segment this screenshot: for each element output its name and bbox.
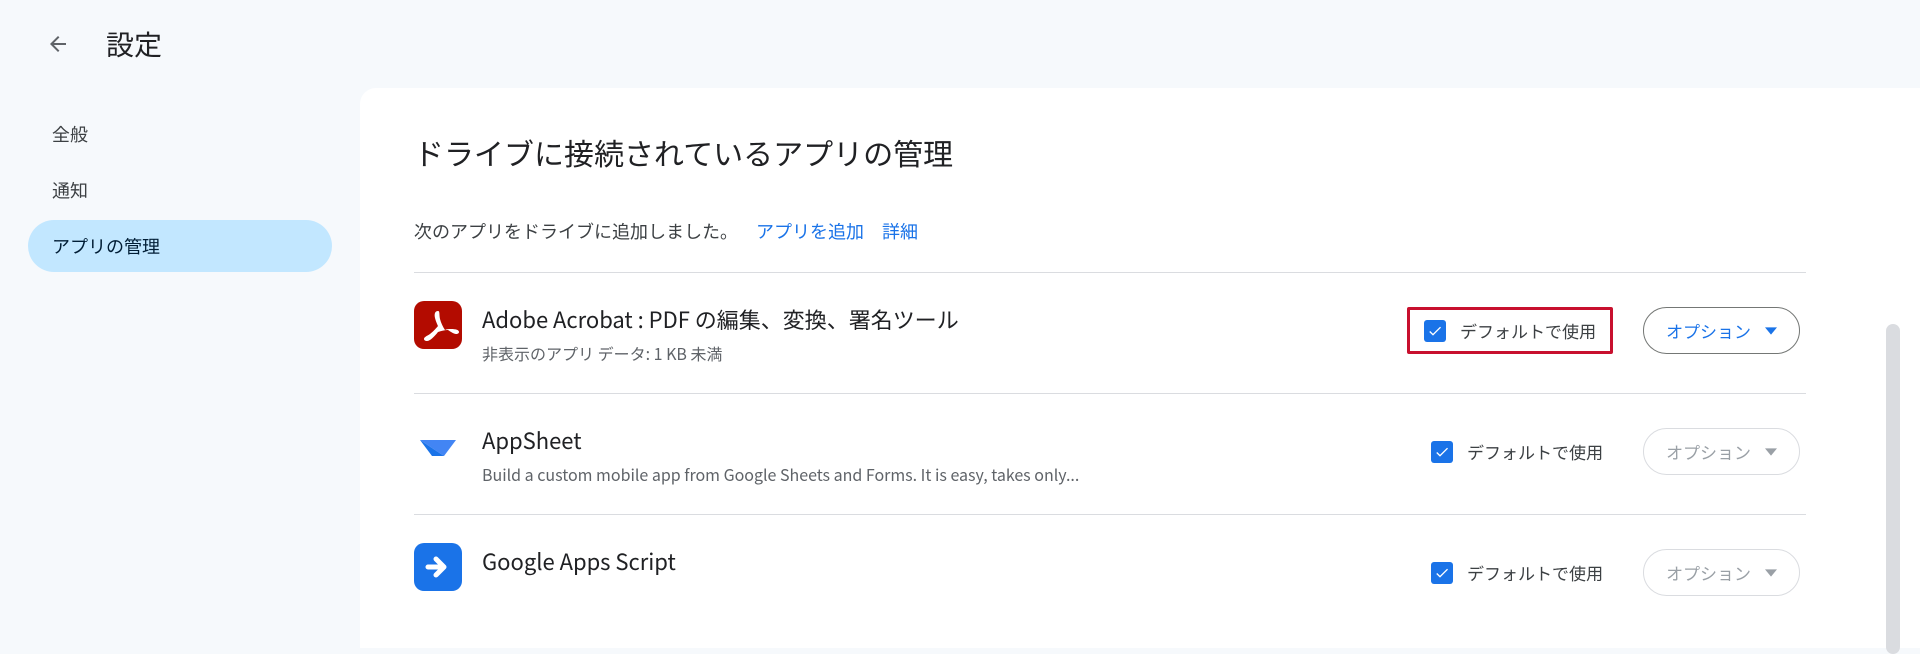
default-use-wrap: デフォルトで使用	[1421, 433, 1613, 470]
sidebar-item-notifications[interactable]: 通知	[28, 164, 332, 216]
settings-sidebar: 全般 通知 アプリの管理	[0, 88, 360, 648]
default-use-label: デフォルトで使用	[1460, 318, 1596, 343]
sidebar-item-general[interactable]: 全般	[28, 108, 332, 160]
app-controls: デフォルトで使用 オプション	[1421, 422, 1806, 475]
default-use-checkbox[interactable]	[1431, 562, 1453, 584]
sidebar-item-label: 全般	[52, 121, 88, 147]
app-icon-acrobat	[414, 301, 462, 349]
main-panel: ドライブに接続されているアプリの管理 次のアプリをドライブに追加しました。 アプ…	[360, 88, 1920, 648]
default-use-label: デフォルトで使用	[1467, 439, 1603, 464]
default-use-wrap: デフォルトで使用	[1421, 554, 1613, 591]
app-name: Google Apps Script	[482, 545, 1401, 577]
default-use-label: デフォルトで使用	[1467, 560, 1603, 585]
default-use-checkbox[interactable]	[1431, 441, 1453, 463]
app-row-acrobat: Adobe Acrobat : PDF の編集、変換、署名ツール 非表示のアプリ…	[414, 273, 1806, 394]
default-use-wrap: デフォルトで使用	[1407, 307, 1613, 354]
caret-down-icon	[1765, 446, 1777, 458]
app-info: Google Apps Script	[482, 543, 1401, 583]
app-subtext: 非表示のアプリ データ: 1 KB 未満	[482, 341, 1387, 365]
details-link[interactable]: 詳細	[882, 218, 918, 244]
back-button[interactable]	[38, 24, 78, 64]
app-info: AppSheet Build a custom mobile app from …	[482, 422, 1401, 486]
arrow-left-icon	[46, 32, 70, 56]
options-button-label: オプション	[1666, 318, 1751, 343]
sidebar-item-label: アプリの管理	[52, 233, 160, 259]
app-icon-appsheet	[414, 422, 462, 470]
check-icon	[1434, 444, 1450, 460]
settings-header: 設定	[0, 0, 1920, 88]
check-icon	[1434, 565, 1450, 581]
app-name: AppSheet	[482, 424, 1401, 456]
appsscript-icon	[414, 543, 462, 591]
options-button-label: オプション	[1666, 439, 1751, 464]
app-row-appsscript: Google Apps Script デフォルトで使用 オプション	[414, 515, 1806, 596]
page-title: 設定	[106, 24, 162, 64]
app-list: Adobe Acrobat : PDF の編集、変換、署名ツール 非表示のアプリ…	[414, 272, 1806, 596]
app-name: Adobe Acrobat : PDF の編集、変換、署名ツール	[482, 303, 1387, 335]
app-row-appsheet: AppSheet Build a custom mobile app from …	[414, 394, 1806, 515]
app-controls: デフォルトで使用 オプション	[1421, 543, 1806, 596]
app-subtext: Build a custom mobile app from Google Sh…	[482, 462, 1401, 486]
app-controls: デフォルトで使用 オプション	[1407, 301, 1806, 354]
sidebar-item-manage-apps[interactable]: アプリの管理	[28, 220, 332, 272]
scrollbar[interactable]	[1886, 324, 1900, 654]
caret-down-icon	[1765, 567, 1777, 579]
app-icon-appsscript	[414, 543, 462, 591]
options-button[interactable]: オプション	[1643, 549, 1800, 596]
main-title: ドライブに接続されているアプリの管理	[414, 130, 1806, 174]
check-icon	[1427, 323, 1443, 339]
appsheet-icon	[414, 422, 462, 470]
options-button[interactable]: オプション	[1643, 428, 1800, 475]
intro-row: 次のアプリをドライブに追加しました。 アプリを追加 詳細	[414, 218, 1806, 272]
options-button-label: オプション	[1666, 560, 1751, 585]
sidebar-item-label: 通知	[52, 177, 88, 203]
caret-down-icon	[1765, 325, 1777, 337]
acrobat-icon	[414, 301, 462, 349]
add-app-link[interactable]: アプリを追加	[756, 218, 864, 244]
options-button[interactable]: オプション	[1643, 307, 1800, 354]
app-info: Adobe Acrobat : PDF の編集、変換、署名ツール 非表示のアプリ…	[482, 301, 1387, 365]
default-use-checkbox[interactable]	[1424, 320, 1446, 342]
intro-text: 次のアプリをドライブに追加しました。	[414, 218, 738, 244]
